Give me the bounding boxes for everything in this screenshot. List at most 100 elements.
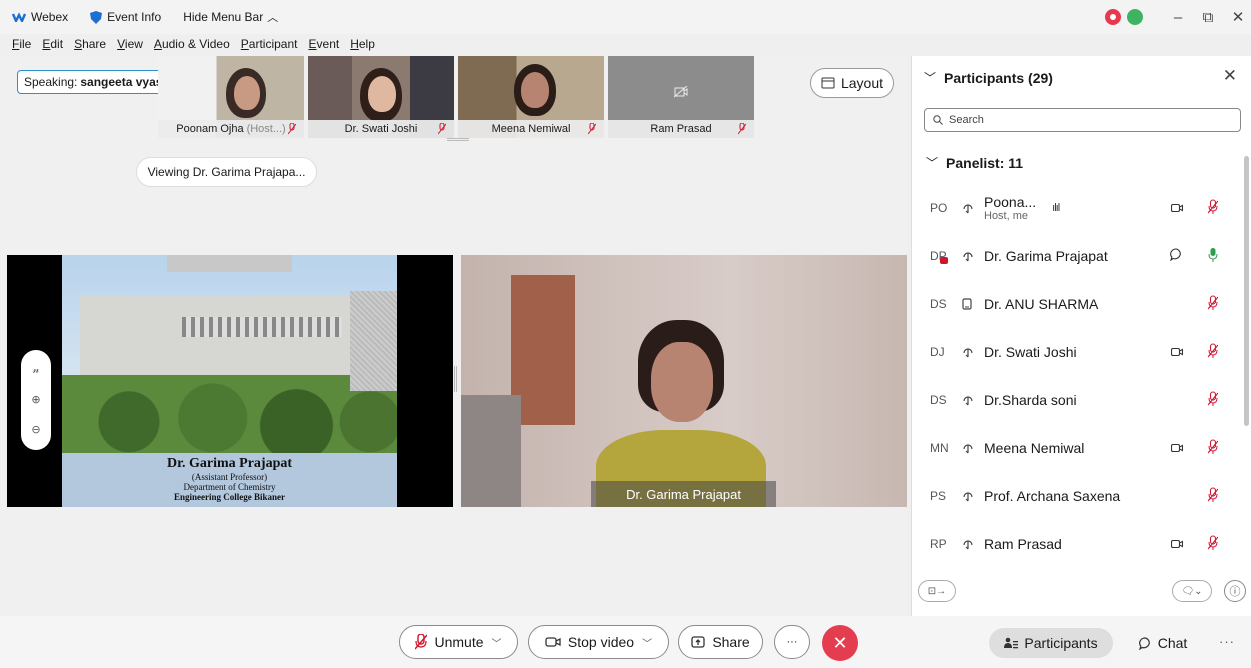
chat-tab-button[interactable]: Chat	[1126, 628, 1200, 658]
viewing-label: Viewing Dr. Garima Prajapa...	[147, 165, 306, 179]
menu-edit[interactable]: Edit	[42, 37, 63, 51]
participants-panel: ﹀ Participants (29) ✕ Search ﹀ Panelist:…	[911, 56, 1251, 616]
restore-button[interactable]: ⧉	[1195, 9, 1221, 26]
share-button[interactable]: Share	[678, 625, 763, 659]
presenter-figure	[596, 320, 766, 507]
participant-name: Poona...	[984, 194, 1037, 210]
menu-help[interactable]: Help	[350, 37, 375, 51]
participants-tab-button[interactable]: Participants	[989, 628, 1113, 658]
chevron-down-icon[interactable]: ﹀	[642, 635, 652, 650]
more-panels-icon[interactable]: ···	[1219, 634, 1235, 649]
camera-icon[interactable]	[1170, 201, 1184, 216]
close-icon: ✕	[832, 632, 848, 653]
close-panel-icon[interactable]: ✕	[1223, 66, 1237, 86]
participant-row[interactable]: DS Dr. ANU SHARMA	[912, 280, 1242, 328]
layout-label: Layout	[840, 75, 884, 91]
chat-icon[interactable]	[1170, 248, 1183, 264]
participant-row[interactable]: SVsangeeta vyas	[912, 568, 1242, 572]
pane-resize-handle[interactable]	[454, 366, 457, 392]
mic-muted-icon[interactable]	[1207, 295, 1219, 314]
share-label: Share	[712, 634, 750, 650]
headset-icon	[962, 490, 976, 502]
participants-tab-label: Participants	[1024, 635, 1098, 651]
panelist-section-header[interactable]: ﹀ Panelist: 11	[926, 154, 1023, 171]
event-info-label: Event Info	[107, 10, 162, 24]
menu-file[interactable]: File	[12, 37, 31, 51]
camera-icon[interactable]	[1170, 441, 1184, 456]
active-speaker-indicator: Speaking: sangeeta vyas	[17, 70, 170, 94]
zoom-out-icon[interactable]: ⊖	[31, 423, 40, 436]
thumbnail-role: (Host...)	[246, 123, 286, 135]
window-controls: – ⧉ ✕	[1105, 0, 1251, 34]
participant-initials: DJ	[930, 345, 945, 359]
camera-icon[interactable]	[1170, 345, 1184, 360]
participant-row[interactable]: PO Poona... Host, me ılıl	[912, 184, 1242, 232]
video-thumbnail[interactable]: Dr. Swati Joshi	[308, 56, 454, 138]
participant-search-input[interactable]: Search	[924, 108, 1241, 132]
mic-muted-icon	[288, 123, 296, 135]
sharing-badge-icon	[940, 257, 948, 264]
unmute-button[interactable]: Unmute ﹀	[399, 625, 518, 659]
video-thumbnail[interactable]: Ram Prasad	[608, 56, 754, 138]
headset-icon	[962, 250, 976, 262]
thumbnail-caption: Dr. Swati Joshi	[308, 120, 454, 138]
webex-app-menu[interactable]: Webex	[12, 10, 68, 24]
mic-muted-icon[interactable]	[1207, 487, 1219, 506]
app-name: Webex	[31, 10, 69, 24]
shared-content-pane[interactable]: Dr. Garima Prajapat (Assistant Professor…	[7, 255, 453, 507]
camera-icon[interactable]	[1170, 537, 1184, 552]
menu-event[interactable]: Event	[309, 37, 340, 51]
mic-muted-icon[interactable]	[1207, 535, 1219, 554]
presenter-video[interactable]: Dr. Garima Prajapat	[461, 255, 907, 507]
participant-row[interactable]: RP Ram Prasad	[912, 520, 1242, 568]
move-to-stage-button[interactable]: ⊡→	[918, 580, 956, 602]
menu-audio-video[interactable]: Audio & Video	[154, 37, 230, 51]
participant-name: Meena Nemiwal	[984, 440, 1085, 456]
annotate-icon[interactable]: 𝓃	[33, 364, 40, 377]
headset-icon	[962, 202, 976, 214]
more-options-button[interactable]: ···	[774, 625, 810, 659]
viewing-share-indicator[interactable]: Viewing Dr. Garima Prajapa...	[136, 157, 317, 187]
menu-share[interactable]: Share	[74, 37, 106, 51]
headset-icon	[962, 442, 976, 454]
strip-resize-handle[interactable]	[447, 138, 469, 141]
hide-menu-bar-button[interactable]: Hide Menu Bar ︿	[183, 9, 278, 25]
participant-row[interactable]: MN Meena Nemiwal	[912, 424, 1242, 472]
mic-active-icon[interactable]	[1208, 247, 1218, 266]
participant-row[interactable]: DP Dr. Garima Prajapat	[912, 232, 1242, 280]
zoom-in-icon[interactable]: ⊕	[31, 393, 40, 406]
layout-button[interactable]: Layout	[810, 68, 894, 98]
shield-icon	[90, 10, 103, 24]
chevron-down-icon[interactable]: ﹀	[492, 635, 502, 650]
mic-muted-icon[interactable]	[1207, 343, 1219, 362]
stop-video-button[interactable]: Stop video ﹀	[528, 625, 669, 659]
leave-meeting-button[interactable]: ✕	[822, 625, 858, 661]
participant-row[interactable]: DJ Dr. Swati Joshi	[912, 328, 1242, 376]
mic-muted-icon[interactable]	[1207, 199, 1219, 218]
participant-name-block: Dr. Swati Joshi	[984, 344, 1077, 360]
share-screen-icon	[691, 636, 705, 648]
mic-muted-icon[interactable]	[1207, 391, 1219, 410]
menu-view[interactable]: View	[117, 37, 143, 51]
panel-scrollbar[interactable]	[1244, 156, 1249, 426]
participant-row[interactable]: DS Dr.Sharda soni	[912, 376, 1242, 424]
close-window-button[interactable]: ✕	[1225, 8, 1251, 26]
video-thumbnail[interactable]: Poonam Ojha (Host...)	[158, 56, 304, 138]
participants-panel-header[interactable]: ﹀ Participants (29)	[924, 69, 1053, 86]
thumbnail-caption: Meena Nemiwal	[458, 120, 604, 138]
recording-icon[interactable]	[1105, 9, 1121, 25]
participant-name-block: Dr. Garima Prajapat	[984, 248, 1108, 264]
reactions-button[interactable]: 🗨⌄	[1172, 580, 1212, 602]
video-thumbnail[interactable]: Meena Nemiwal	[458, 56, 604, 138]
search-icon	[933, 115, 943, 125]
mic-muted-icon[interactable]	[1207, 439, 1219, 458]
participant-row[interactable]: PS Prof. Archana Saxena	[912, 472, 1242, 520]
chevron-up-icon: ︿	[267, 12, 279, 24]
minimize-button[interactable]: –	[1165, 9, 1191, 26]
network-health-icon[interactable]	[1127, 9, 1143, 25]
menu-participant[interactable]: Participant	[241, 37, 298, 51]
participant-name: Dr.Sharda soni	[984, 392, 1077, 408]
info-icon[interactable]: ⓘ	[1224, 580, 1246, 602]
unmute-label: Unmute	[434, 634, 484, 650]
event-info-button[interactable]: Event Info	[90, 10, 161, 24]
